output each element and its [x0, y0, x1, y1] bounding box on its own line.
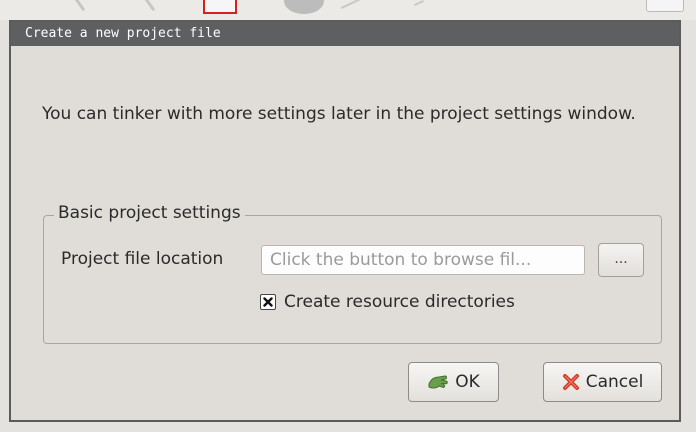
background-tool-icon: [646, 0, 684, 12]
project-location-input[interactable]: [261, 245, 585, 275]
project-location-label: Project file location: [61, 249, 224, 269]
background-tool-icon: [340, 0, 364, 9]
create-resource-dirs-label: Create resource directories: [284, 292, 515, 312]
background-app-toolbar: [0, 0, 696, 20]
cancel-label: Cancel: [585, 372, 644, 392]
background-tool-icon: [73, 0, 86, 12]
ok-hand-icon: [427, 373, 449, 391]
basic-settings-group: Basic project settings Project file loca…: [43, 203, 662, 344]
cancel-x-icon: [562, 373, 580, 391]
background-tool-icon: [414, 0, 424, 7]
ok-button[interactable]: OK: [408, 362, 499, 402]
background-tool-icon: [203, 0, 237, 14]
intro-text: You can tinker with more settings later …: [42, 104, 636, 124]
create-resource-dirs-row[interactable]: Create resource directories: [260, 292, 515, 312]
background-tool-icon: [143, 0, 156, 12]
create-project-dialog: Create a new project file You can tinker…: [9, 20, 681, 422]
background-tool-icon: [284, 0, 324, 14]
dialog-title[interactable]: Create a new project file: [11, 22, 679, 46]
checkbox-x-mark-icon: [263, 297, 273, 307]
create-resource-dirs-checkbox[interactable]: [260, 294, 276, 310]
ok-label: OK: [455, 372, 480, 392]
cancel-button[interactable]: Cancel: [543, 362, 662, 402]
browse-button[interactable]: ...: [598, 243, 644, 277]
group-title: Basic project settings: [54, 203, 245, 223]
